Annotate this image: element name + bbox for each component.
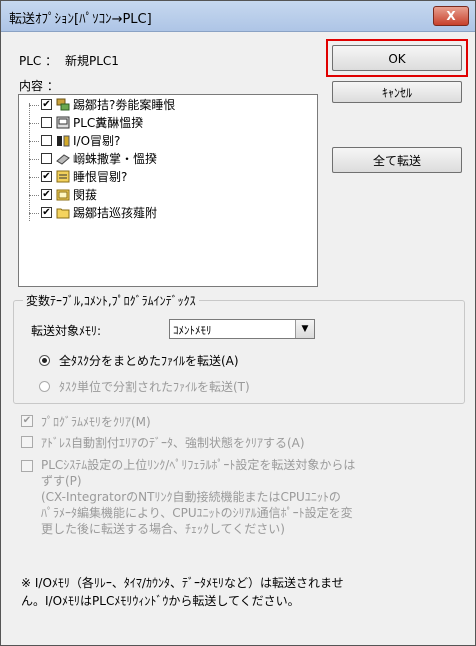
checkbox-icon[interactable]: ✔	[41, 189, 52, 200]
title-bar[interactable]: 転送ｵﾌﾟｼｮﾝ[ﾊﾟｿｺﾝ→PLC] X	[1, 1, 475, 32]
checkbox-icon[interactable]: ✔	[41, 99, 52, 110]
plc-icon	[56, 116, 70, 129]
plc-name: 新規PLC1	[65, 54, 119, 68]
io-memory-note: ※ I/Oﾒﾓﾘ（各ﾘﾚｰ、ﾀｲﾏ/ｶｳﾝﾀ、ﾃﾞｰﾀﾒﾓﾘなど）は転送されませ…	[21, 576, 344, 608]
radio-per-task-label: ﾀｽｸ単位で分割されたﾌｧｲﾙを転送(T)	[59, 380, 250, 394]
target-memory-select[interactable]: ｺﾒﾝﾄﾒﾓﾘ ▼	[169, 319, 315, 339]
radio-all-tasks-label: 全ﾀｽｸ分をまとめたﾌｧｲﾙを転送(A)	[59, 354, 239, 368]
folder-icon	[56, 208, 70, 219]
symbol-icon	[56, 170, 70, 183]
ok-button[interactable]: OK	[332, 45, 462, 71]
clear-program-label: ﾌﾟﾛｸﾞﾗﾑﾒﾓﾘをｸﾘｱ(M)	[41, 415, 151, 429]
clear-address-label: ｱﾄﾞﾚｽ自動割付ｴﾘｱのﾃﾞｰﾀ、強制状態をｸﾘｱする(A)	[41, 436, 305, 450]
checkbox-icon[interactable]	[41, 117, 52, 128]
transfer-contents-tree[interactable]: ✔ 踢鄒拮?劵能案睡恨 PLC糞醂慍揆 I/O冒剔? 嵶蛛撒掌・慍揆 ✔ 睡恨冒…	[18, 94, 318, 287]
exclude-port-settings-checkbox[interactable]	[21, 460, 33, 472]
radio-per-task[interactable]	[39, 381, 50, 392]
plc-label: PLC ：	[19, 54, 58, 68]
checkbox-icon[interactable]: ✔	[41, 171, 52, 182]
tree-guide-line	[29, 103, 30, 221]
clear-program-checkbox[interactable]: ✔	[21, 415, 33, 427]
checkbox-icon[interactable]: ✔	[41, 207, 52, 218]
memory-icon	[56, 154, 70, 165]
checkbox-icon[interactable]	[41, 153, 52, 164]
dialog-title: 転送ｵﾌﾟｼｮﾝ[ﾊﾟｿｺﾝ→PLC]	[9, 12, 152, 27]
transfer-options-dialog: 転送ｵﾌﾟｼｮﾝ[ﾊﾟｿｺﾝ→PLC] X PLC ： 新規PLC1 内容 ： …	[0, 0, 476, 646]
target-memory-value: ｺﾒﾝﾄﾒﾓﾘ	[173, 324, 212, 337]
close-button[interactable]: X	[433, 6, 469, 26]
transfer-all-button[interactable]: 全て転送	[332, 147, 462, 173]
cancel-button[interactable]: ｷｬﾝｾﾙ	[332, 81, 462, 103]
checkbox-icon[interactable]	[41, 135, 52, 146]
network-icon	[56, 98, 70, 111]
target-memory-label: 転送対象ﾒﾓﾘ:	[31, 324, 102, 338]
chevron-down-icon[interactable]: ▼	[295, 320, 314, 338]
radio-all-tasks[interactable]	[39, 355, 50, 366]
variable-group-title: 変数ﾃｰﾌﾞﾙ,ｺﾒﾝﾄ,ﾌﾟﾛｸﾞﾗﾑｲﾝﾃﾞｯｸｽ	[23, 292, 199, 309]
folder-icon	[56, 189, 70, 201]
clear-address-checkbox[interactable]	[21, 436, 33, 448]
contents-label: 内容 ：	[19, 79, 59, 93]
exclude-port-settings-label: PLCｼｽﾃﾑ設定の上位ﾘﾝｸ/ﾍﾟﾘﾌｪﾗﾙﾎﾟｰﾄ設定を転送対象からは ずす…	[41, 458, 356, 536]
io-icon	[57, 135, 70, 147]
